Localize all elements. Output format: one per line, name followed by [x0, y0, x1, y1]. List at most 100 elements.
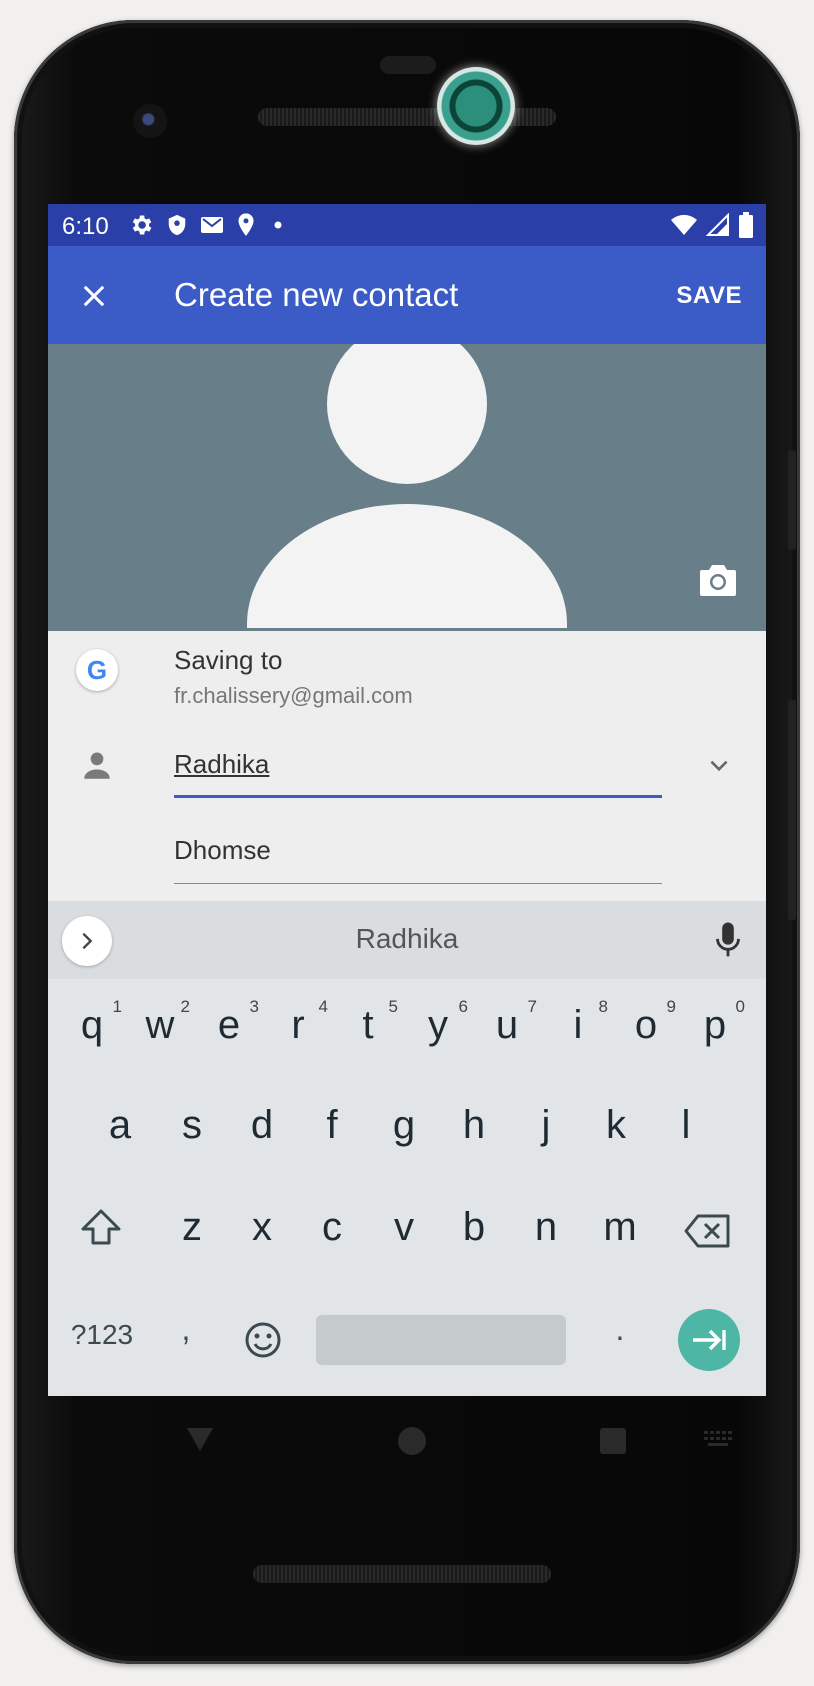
key-hint: 8 — [598, 997, 608, 1016]
avatar-body — [247, 504, 567, 628]
key-hint: 6 — [458, 997, 468, 1016]
battery-icon — [739, 212, 753, 238]
notification-icons — [128, 212, 288, 238]
key-label: r — [291, 1003, 305, 1047]
avatar-head — [327, 344, 487, 484]
soft-keyboard: Radhika q1 w2 e3 r4 t5 y6 u7 i8 o9 p0 a … — [48, 901, 766, 1396]
touch-indicator — [437, 67, 515, 145]
navigation-bar — [48, 1396, 766, 1486]
key-label: u — [495, 1003, 519, 1047]
contact-form: G Saving to fr.chalissery@gmail.com Radh… — [48, 631, 766, 901]
key-hint: 9 — [666, 997, 676, 1016]
app-bar: Create new contact SAVE — [48, 246, 766, 344]
key-r[interactable]: r4 — [278, 997, 328, 1048]
key-hint: 7 — [527, 997, 537, 1016]
key-u[interactable]: u7 — [487, 997, 537, 1048]
volume-button — [788, 450, 796, 550]
key-i[interactable]: i8 — [558, 997, 608, 1048]
account-email[interactable]: fr.chalissery@gmail.com — [174, 683, 413, 709]
recents-icon[interactable] — [600, 1428, 626, 1454]
key-w[interactable]: w2 — [140, 997, 190, 1048]
key-g[interactable]: g — [384, 1103, 424, 1148]
last-name-field[interactable]: Dhomse — [174, 827, 662, 884]
system-icons — [670, 212, 754, 238]
dot-icon — [274, 221, 282, 229]
key-j[interactable]: j — [526, 1103, 566, 1148]
chevron-down-icon[interactable] — [706, 753, 732, 779]
key-d[interactable]: d — [242, 1103, 282, 1148]
key-t[interactable]: t5 — [348, 997, 398, 1048]
google-logo: G — [76, 649, 118, 691]
close-icon — [83, 285, 105, 307]
key-x[interactable]: x — [242, 1205, 282, 1250]
key-label: q — [80, 1003, 104, 1047]
emoji-icon[interactable] — [244, 1321, 282, 1359]
suggestion-bar: Radhika — [48, 901, 766, 979]
page-title: Create new contact — [174, 276, 459, 313]
key-label: e — [217, 1003, 241, 1047]
key-y[interactable]: y6 — [418, 997, 468, 1048]
key-s[interactable]: s — [172, 1103, 212, 1148]
shift-icon[interactable] — [78, 1207, 124, 1247]
key-l[interactable]: l — [666, 1103, 706, 1148]
period-key[interactable]: . — [610, 1311, 630, 1348]
key-hint: 0 — [735, 997, 745, 1016]
word-suggestion[interactable]: Radhika — [48, 923, 766, 955]
google-logo-letter: G — [86, 654, 108, 685]
space-key[interactable] — [316, 1315, 566, 1365]
key-k[interactable]: k — [596, 1103, 636, 1148]
symbols-key[interactable]: ?123 — [66, 1319, 138, 1351]
front-camera — [133, 104, 167, 138]
location-icon — [238, 213, 254, 236]
last-name-value: Dhomse — [174, 835, 271, 865]
backspace-icon[interactable] — [684, 1213, 732, 1249]
key-label: t — [362, 1003, 374, 1047]
close-button[interactable] — [70, 272, 118, 320]
key-q[interactable]: q1 — [72, 997, 122, 1048]
key-label: i — [573, 1003, 583, 1047]
key-v[interactable]: v — [384, 1205, 424, 1250]
settings-icon — [132, 215, 152, 235]
shield-icon — [168, 214, 186, 236]
keyboard-switch-icon[interactable] — [703, 1430, 733, 1450]
key-p[interactable]: p0 — [695, 997, 745, 1048]
enter-button[interactable] — [678, 1309, 740, 1371]
power-button — [788, 700, 796, 920]
key-m[interactable]: m — [596, 1205, 644, 1250]
device-screen: 6:10 Create new contact SAVE G Saving to… — [48, 204, 766, 1396]
status-bar: 6:10 — [48, 204, 766, 246]
save-button[interactable]: SAVE — [676, 282, 742, 310]
bottom-speaker — [253, 1565, 551, 1583]
mail-icon — [201, 217, 223, 233]
camera-icon[interactable] — [698, 562, 738, 598]
key-hint: 3 — [249, 997, 259, 1016]
next-field-icon — [693, 1329, 726, 1351]
comma-key[interactable]: , — [176, 1311, 196, 1348]
status-time: 6:10 — [62, 213, 109, 240]
back-icon[interactable] — [185, 1424, 215, 1454]
key-h[interactable]: h — [454, 1103, 494, 1148]
key-hint: 2 — [180, 997, 190, 1016]
contact-photo-area[interactable] — [48, 344, 766, 631]
key-hint: 1 — [112, 997, 122, 1016]
proximity-sensor — [380, 56, 436, 74]
key-a[interactable]: a — [100, 1103, 140, 1148]
first-name-field[interactable]: Radhika — [174, 739, 662, 798]
home-icon[interactable] — [398, 1427, 426, 1455]
key-f[interactable]: f — [312, 1103, 352, 1148]
person-icon — [84, 752, 110, 779]
key-b[interactable]: b — [454, 1205, 494, 1250]
key-label: y — [428, 1003, 448, 1047]
key-hint: 4 — [318, 997, 328, 1016]
first-name-value: Radhika — [174, 749, 270, 779]
key-e[interactable]: e3 — [209, 997, 259, 1048]
key-label: w — [145, 1003, 175, 1047]
mic-icon[interactable] — [714, 921, 742, 959]
key-c[interactable]: c — [312, 1205, 352, 1250]
wifi-icon — [671, 214, 697, 235]
key-z[interactable]: z — [172, 1205, 212, 1250]
key-o[interactable]: o9 — [626, 997, 676, 1048]
key-n[interactable]: n — [526, 1205, 566, 1250]
key-hint: 5 — [388, 997, 398, 1016]
key-label: o — [634, 1003, 658, 1047]
